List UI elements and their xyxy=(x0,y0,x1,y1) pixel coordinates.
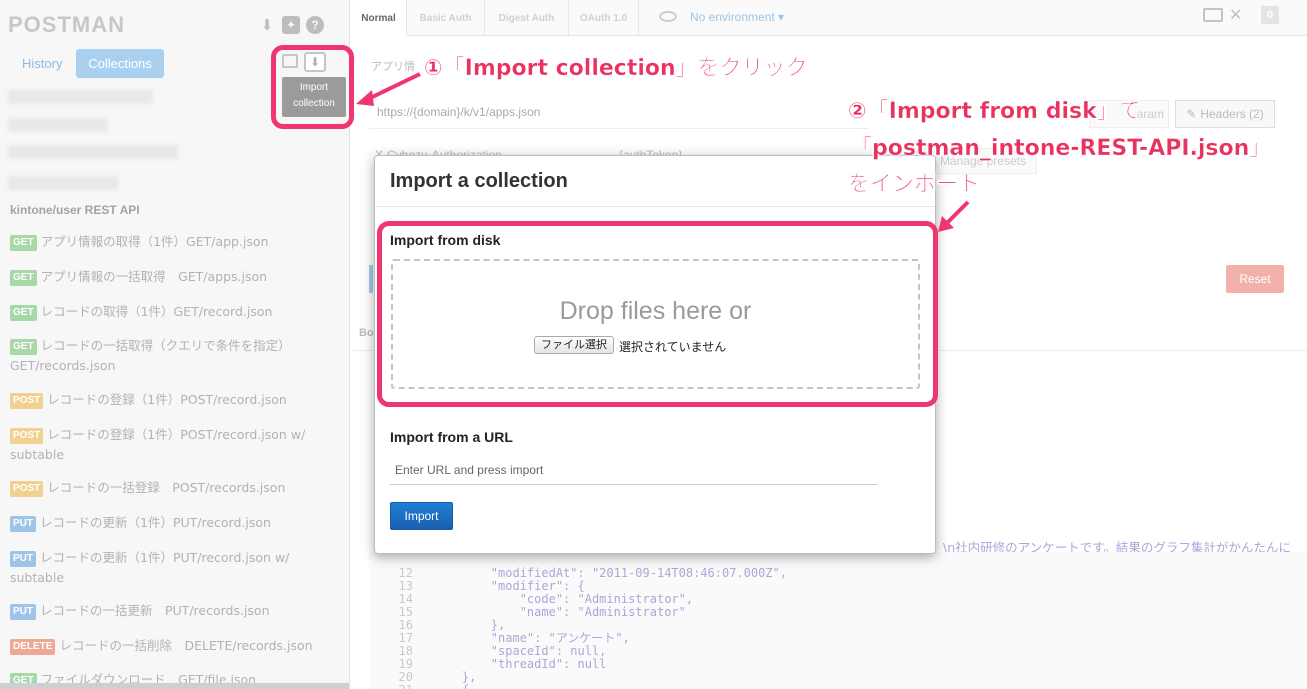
import-button[interactable]: Import xyxy=(390,502,453,530)
blurred-collection-4[interactable] xyxy=(8,176,118,190)
annotation-step-2-line-1: ②「Import from disk」で xyxy=(848,99,1141,124)
method-badge: DELETE xyxy=(10,639,56,655)
method-badge: GET xyxy=(10,270,37,286)
method-badge: GET xyxy=(10,339,37,355)
request-item[interactable]: DELETE レコードの一括削除 DELETE/records.json xyxy=(10,636,320,656)
headers-button[interactable]: ✎ Headers (2) xyxy=(1175,100,1275,128)
method-badge: POST xyxy=(10,428,44,444)
blurred-collection-2[interactable] xyxy=(8,118,108,132)
request-label: レコードの一括登録 POST/records.json xyxy=(47,480,286,495)
request-item[interactable]: GET アプリ情報の一括取得 GET/apps.json xyxy=(10,267,320,287)
highlight-import-icon xyxy=(271,45,354,129)
request-label: レコードの一括取得（クエリで条件を指定）GET/records.json xyxy=(10,338,291,373)
blurred-collection-3[interactable] xyxy=(8,145,178,159)
body-label: Bo xyxy=(359,327,374,339)
settings-icon[interactable]: ✕ xyxy=(1229,5,1242,24)
request-item[interactable]: GET レコードの取得（1件）GET/record.json xyxy=(10,302,320,322)
url-input[interactable]: https://{domain}/k/v1/apps.json xyxy=(369,96,869,129)
request-item[interactable]: PUT レコードの一括更新 PUT/records.json xyxy=(10,601,320,621)
request-item[interactable]: GET アプリ情報の取得（1件）GET/app.json xyxy=(10,232,320,252)
request-label: レコードの一括削除 DELETE/records.json xyxy=(59,638,313,653)
method-badge: POST xyxy=(10,481,44,497)
json-line: 21 { xyxy=(369,684,470,689)
request-item[interactable]: POST レコードの登録（1件）POST/record.json w/ subta… xyxy=(10,425,320,465)
counter-badge: 0 xyxy=(1261,6,1279,24)
annotation-step-2-line-2: 「postman_intone-REST-API.json」 xyxy=(850,136,1272,161)
arrow-to-import-icon xyxy=(356,72,421,106)
environment-select[interactable]: No environment ▾ xyxy=(690,10,784,24)
tab-collections[interactable]: Collections xyxy=(76,49,164,78)
eye-icon[interactable] xyxy=(659,11,677,22)
arrow-to-dropzone xyxy=(938,200,970,232)
twitter-icon[interactable]: ✦ xyxy=(282,16,300,34)
help-icon[interactable]: ? xyxy=(306,16,324,34)
annotation-step-2-line-3: をインポート xyxy=(848,172,981,197)
request-item[interactable]: GET レコードの一括取得（クエリで条件を指定）GET/records.json xyxy=(10,336,320,376)
auth-tabs: Normal Basic Auth Digest Auth OAuth 1.0 xyxy=(351,0,1307,36)
edit-icon: ✎ xyxy=(1186,107,1197,121)
request-item[interactable]: POST レコードの一括登録 POST/records.json xyxy=(10,478,320,498)
method-badge: PUT xyxy=(10,551,36,567)
tab-oauth[interactable]: OAuth 1.0 xyxy=(569,0,639,36)
blurred-collection-1[interactable] xyxy=(8,90,153,104)
modal-title: Import a collection xyxy=(390,170,568,192)
method-badge: POST xyxy=(10,393,44,409)
send-button-edge[interactable] xyxy=(369,265,373,293)
request-item[interactable]: PUT レコードの更新（1件）PUT/record.json w/ subtabl… xyxy=(10,548,320,588)
sidebar-scrollbar[interactable] xyxy=(0,683,349,689)
keyboard-icon[interactable] xyxy=(1203,8,1223,22)
postman-logo: POSTMAN xyxy=(8,12,125,37)
highlight-import-from-disk xyxy=(377,221,938,407)
request-label: レコードの登録（1件）POST/record.json xyxy=(47,392,287,407)
tab-digest-auth[interactable]: Digest Auth xyxy=(485,0,569,36)
method-badge: GET xyxy=(10,305,37,321)
download-icon[interactable]: ⬇ xyxy=(258,16,276,34)
headers-label: Headers (2) xyxy=(1200,107,1264,121)
tab-basic-auth[interactable]: Basic Auth xyxy=(407,0,485,36)
import-url-input[interactable] xyxy=(390,456,878,485)
reset-button[interactable]: Reset xyxy=(1226,265,1284,293)
request-label: レコードの更新（1件）PUT/record.json xyxy=(40,515,271,530)
request-label: アプリ情報の一括取得 GET/apps.json xyxy=(40,269,268,284)
request-label: レコードの一括更新 PUT/records.json xyxy=(40,603,270,618)
environment-label: No environment xyxy=(690,10,775,24)
tab-normal[interactable]: Normal xyxy=(351,0,407,36)
response-json: 12 "modifiedAt": "2011-09-14T08:46:07.00… xyxy=(369,552,1307,689)
import-from-url-title: Import from a URL xyxy=(390,429,513,445)
method-badge: GET xyxy=(10,235,37,251)
request-label: レコードの更新（1件）PUT/record.json w/ subtable xyxy=(10,550,290,585)
sidebar-top-icons: ⬇ ✦ ? xyxy=(258,16,324,34)
request-label: アプリ情報の取得（1件）GET/app.json xyxy=(40,234,269,249)
annotation-step-1: ①「Import collection」をクリック xyxy=(424,56,808,81)
request-item[interactable]: POST レコードの登録（1件）POST/record.json xyxy=(10,390,320,410)
request-label: レコードの登録（1件）POST/record.json w/ subtable xyxy=(10,427,306,462)
json-line: 15 "name": "Administrator" xyxy=(398,605,686,619)
collection-title[interactable]: kintone/user REST API xyxy=(10,203,140,217)
method-badge: PUT xyxy=(10,516,36,532)
method-badge: PUT xyxy=(10,604,36,620)
request-item[interactable]: PUT レコードの更新（1件）PUT/record.json xyxy=(10,513,320,533)
modal-divider xyxy=(375,206,935,207)
tab-history[interactable]: History xyxy=(22,56,62,71)
request-label: レコードの取得（1件）GET/record.json xyxy=(40,304,273,319)
